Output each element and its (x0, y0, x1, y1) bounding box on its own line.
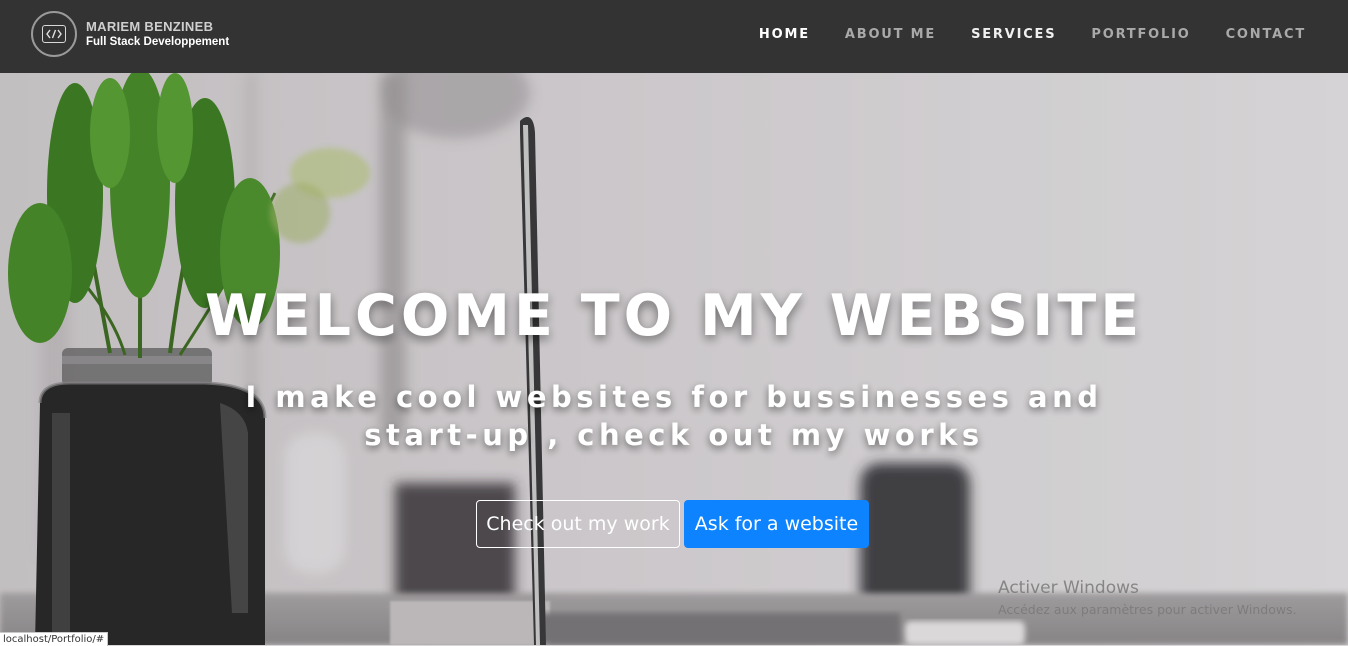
code-brackets-icon (31, 11, 77, 57)
ask-for-website-button[interactable]: Ask for a website (684, 500, 869, 548)
check-out-work-button[interactable]: Check out my work (476, 500, 680, 548)
brand-name: MARIEM BENZINEB (86, 18, 214, 34)
brand-subtitle: Full Stack Developpement (86, 36, 230, 49)
hero-title: WELCOME TO MY WEBSITE (204, 283, 1144, 349)
hero-subtitle: I make cool websites for bussinesses and… (245, 380, 1103, 452)
hero-background-image (0, 73, 1348, 645)
nav-link-home[interactable]: HOME (759, 27, 810, 42)
brand[interactable]: MARIEM BENZINEB Full Stack Developpement (31, 11, 229, 57)
nav-links: HOME ABOUT ME SERVICES PORTFOLIO CONTACT (724, 27, 1306, 42)
nav-link-contact[interactable]: CONTACT (1226, 27, 1306, 42)
nav-link-portfolio[interactable]: PORTFOLIO (1091, 27, 1190, 42)
watermark-title: Activer Windows (998, 578, 1139, 598)
nav-link-about-me[interactable]: ABOUT ME (845, 27, 936, 42)
status-bar-url: localhost/Portfolio/# (0, 632, 109, 646)
top-navbar: MARIEM BENZINEB Full Stack Developpement… (0, 0, 1348, 73)
nav-link-services[interactable]: SERVICES (971, 27, 1056, 42)
watermark-subtitle: Accédez aux paramètres pour activer Wind… (998, 602, 1297, 617)
hero-section: WELCOME TO MY WEBSITE I make cool websit… (0, 73, 1348, 645)
windows-activation-watermark: Activer Windows Accédez aux paramètres p… (998, 578, 1297, 617)
